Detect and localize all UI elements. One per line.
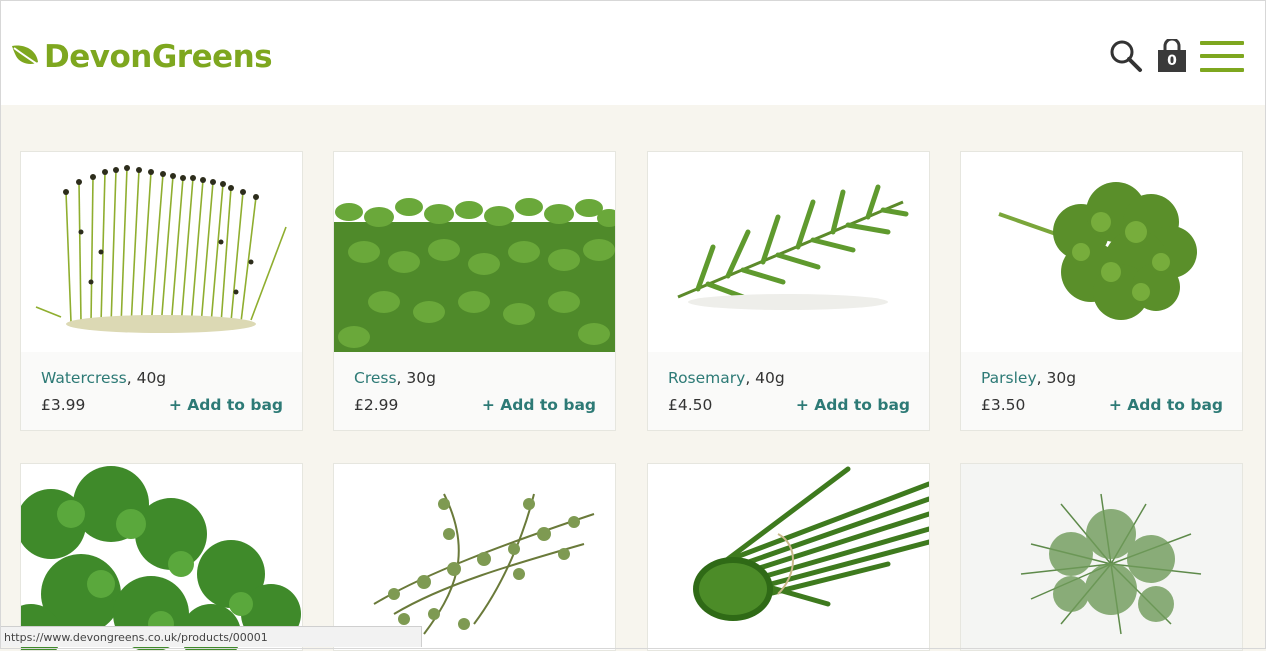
product-card[interactable]: Parsley, 30g £3.50 + Add to bag — [960, 151, 1243, 431]
product-info: Cress, 30g £2.99 + Add to bag — [334, 352, 615, 430]
product-image-chives[interactable] — [648, 464, 929, 650]
product-info: Rosemary, 40g £4.50 + Add to bag — [648, 352, 929, 430]
product-size: , 30g — [396, 369, 436, 387]
product-title[interactable]: Cress, 30g — [354, 369, 436, 387]
product-size: , 40g — [126, 369, 167, 387]
product-card[interactable]: Watercress, 40g £3.99 + Add to bag — [20, 151, 303, 431]
product-info: Parsley, 30g £3.50 + Add to bag — [961, 352, 1242, 430]
product-image-dill[interactable] — [961, 464, 1242, 650]
product-image-thyme[interactable] — [334, 464, 615, 650]
product-card[interactable]: Cress, 30g £2.99 + Add to bag — [333, 151, 616, 431]
status-bar-url: https://www.devongreens.co.uk/products/0… — [0, 626, 422, 647]
site-header: DevonGreens 0 — [1, 1, 1265, 105]
leaf-icon — [12, 45, 38, 65]
product-name: Parsley — [981, 369, 1037, 387]
product-price: £4.50 — [668, 396, 713, 414]
product-card[interactable]: Rosemary, 40g £4.50 + Add to bag — [647, 151, 930, 431]
product-size: , 30g — [1036, 369, 1077, 387]
menu-button[interactable] — [1200, 38, 1246, 76]
product-image-cress[interactable] — [334, 152, 615, 352]
add-to-bag-button[interactable]: + Add to bag — [796, 396, 910, 414]
add-to-bag-button[interactable]: + Add to bag — [482, 396, 596, 414]
product-info: Watercress, 40g £3.99 + Add to bag — [21, 352, 302, 430]
site-logo[interactable]: DevonGreens — [10, 39, 273, 75]
add-to-bag-button[interactable]: + Add to bag — [169, 396, 283, 414]
scrollbar-track[interactable] — [1243, 105, 1265, 649]
product-price: £3.99 — [41, 396, 86, 414]
product-title[interactable]: Parsley, 30g — [981, 369, 1076, 387]
product-card[interactable] — [20, 463, 303, 651]
logo-text: DevonGreens — [44, 39, 273, 75]
product-image-rosemary[interactable] — [648, 152, 929, 352]
product-name: Rosemary — [668, 369, 746, 387]
product-price: £3.50 — [981, 396, 1026, 414]
bag-count: 0 — [1167, 53, 1177, 69]
product-card[interactable] — [647, 463, 930, 651]
product-image-watercress[interactable] — [21, 152, 302, 352]
product-price: £2.99 — [354, 396, 399, 414]
product-image-parsley[interactable] — [961, 152, 1242, 352]
search-button[interactable] — [1109, 39, 1143, 73]
product-card[interactable] — [960, 463, 1243, 651]
product-image-coriander[interactable] — [21, 464, 302, 650]
search-icon — [1110, 40, 1142, 72]
product-title[interactable]: Watercress, 40g — [41, 369, 166, 387]
product-name: Watercress — [41, 369, 127, 387]
product-size: , 40g — [745, 369, 785, 387]
product-title[interactable]: Rosemary, 40g — [668, 369, 785, 387]
shopping-bag-button[interactable]: 0 — [1155, 37, 1189, 73]
product-name: Cress — [354, 369, 397, 387]
add-to-bag-button[interactable]: + Add to bag — [1109, 396, 1223, 414]
product-card[interactable] — [333, 463, 616, 651]
